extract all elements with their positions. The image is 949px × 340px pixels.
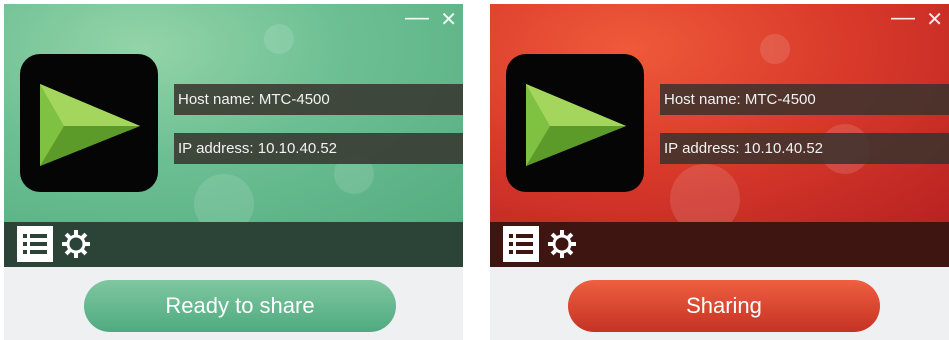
list-icon[interactable] <box>503 226 539 262</box>
share-button[interactable]: Ready to share <box>84 280 396 332</box>
host-name-field: Host name: MTC-4500 <box>660 84 949 115</box>
play-arrow-icon <box>526 84 626 166</box>
ip-address-field: IP address: 10.10.40.52 <box>660 133 949 164</box>
list-icon[interactable] <box>17 226 53 262</box>
header-background: — ✕ Host name: MTC-4500 IP address: 10.1… <box>490 4 949 222</box>
minimize-button[interactable]: — <box>891 6 915 30</box>
minimize-button[interactable]: — <box>405 6 429 30</box>
host-name-field: Host name: MTC-4500 <box>174 84 463 115</box>
gear-icon[interactable] <box>544 226 580 262</box>
footer: Sharing <box>490 267 949 340</box>
app-window-ready: — ✕ Host name: MTC-4500 IP address: 10.1… <box>4 4 463 340</box>
app-window-sharing: — ✕ Host name: MTC-4500 IP address: 10.1… <box>490 4 949 340</box>
ip-address-field: IP address: 10.10.40.52 <box>174 133 463 164</box>
header-background: — ✕ Host name: MTC-4500 IP address: 10.1… <box>4 4 463 222</box>
toolbar <box>490 222 949 267</box>
share-button[interactable]: Sharing <box>568 280 880 332</box>
close-button[interactable]: ✕ <box>440 10 457 30</box>
gear-icon[interactable] <box>58 226 94 262</box>
close-button[interactable]: ✕ <box>926 10 943 30</box>
toolbar <box>4 222 463 267</box>
app-logo <box>506 54 644 192</box>
play-arrow-icon <box>40 84 140 166</box>
footer: Ready to share <box>4 267 463 340</box>
app-logo <box>20 54 158 192</box>
